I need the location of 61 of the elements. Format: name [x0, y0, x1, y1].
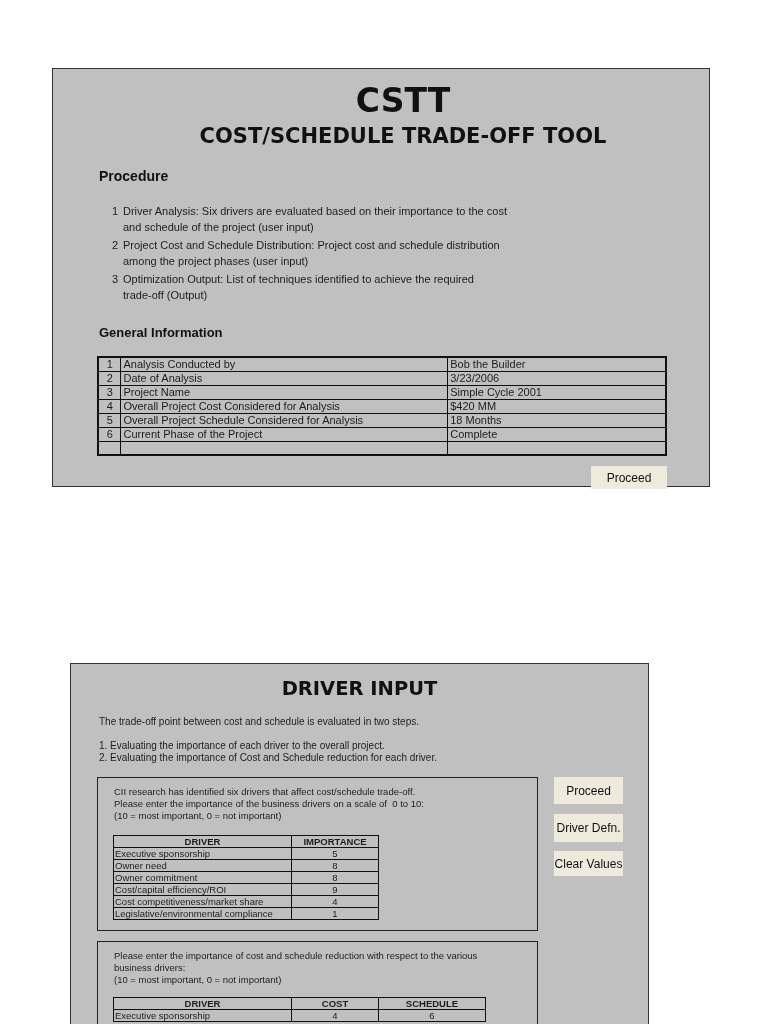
- row-number: 6: [98, 427, 121, 441]
- proceed-button[interactable]: Proceed: [554, 777, 623, 804]
- column-header: DRIVER: [113, 835, 292, 848]
- instruction-text: Please enter the importance of the business drivers on a scale of 0 to 10:: [114, 798, 425, 810]
- column-header: DRIVER: [113, 997, 292, 1010]
- section-heading: General Information: [99, 325, 223, 341]
- step-number: 3: [112, 272, 120, 287]
- table-cell: 9: [291, 883, 379, 896]
- table-cell: Overall Project Cost Considered for Analysis: [120, 399, 448, 413]
- column-header: COST: [291, 997, 379, 1010]
- row-number: 5: [98, 413, 121, 427]
- step-text: 2. Evaluating the importance of Cost and Schedule reduction for each driver.: [99, 752, 438, 764]
- table-cell: 3/23/2006: [447, 371, 666, 385]
- table-cell: 8: [291, 871, 379, 884]
- app-subtitle: COST/SCHEDULE TRADE-OFF TOOL: [199, 123, 607, 149]
- table-cell: Project Name: [120, 385, 448, 399]
- table-cell: 4: [291, 1009, 379, 1022]
- table-cell: 4: [291, 895, 379, 908]
- table-cell: 6: [378, 1009, 486, 1022]
- instruction-text: Please enter the importance of cost and schedule reduction with respect to the various business drivers:: [114, 950, 479, 974]
- table-cell: Owner need: [113, 859, 292, 872]
- section-heading: Procedure: [99, 168, 169, 185]
- panel-title: DRIVER INPUT: [281, 677, 438, 701]
- step-text: Driver Analysis: Six drivers are evaluated based on their importance to the cost and schedule of the project (user input): [123, 204, 507, 235]
- table-cell: Cost/capital efficiency/ROI: [113, 883, 292, 896]
- clear-values-button[interactable]: Clear Values: [554, 851, 623, 876]
- table-cell: Simple Cycle 2001: [447, 385, 666, 399]
- step-text: Optimization Output: List of techniques identified to achieve the required trade-off (Output): [123, 272, 474, 303]
- table-cell: 8: [291, 859, 379, 872]
- step-number: 1: [112, 204, 120, 219]
- driver-definition-button[interactable]: Driver Defn.: [554, 814, 623, 842]
- step-text: Project Cost and Schedule Distribution: Project cost and schedule distribution among the project phases (user input): [123, 238, 500, 269]
- table-cell: Executive sponsorship: [113, 847, 292, 860]
- table-cell: Executive sponsorship: [113, 1009, 292, 1022]
- instruction-text: CII research has identified six drivers that affect cost/schedule trade-off.: [114, 786, 417, 798]
- row-number: 4: [98, 399, 121, 413]
- table-cell: Complete: [447, 427, 666, 441]
- table-cell: 1: [291, 907, 379, 920]
- step-number: 2: [112, 238, 120, 253]
- table-cell: Cost competitiveness/market share: [113, 895, 292, 908]
- app-title: CSTT: [355, 81, 451, 121]
- table-cell: $420 MM: [447, 399, 666, 413]
- table-cell: Legislative/environmental compliance: [113, 907, 292, 920]
- instruction-text: (10 = most important, 0 = not important): [114, 810, 283, 822]
- table-cell: Overall Project Schedule Considered for Analysis: [120, 413, 448, 427]
- table-cell: Current Phase of the Project: [120, 427, 448, 441]
- table-cell: Owner commitment: [113, 871, 292, 884]
- table-cell: 5: [291, 847, 379, 860]
- table-cell: Date of Analysis: [120, 371, 448, 385]
- row-number: 2: [98, 371, 121, 385]
- column-header: IMPORTANCE: [291, 835, 379, 848]
- column-header: SCHEDULE: [378, 997, 486, 1010]
- step-text: 1. Evaluating the importance of each driver to the overall project.: [99, 740, 386, 752]
- table-cell: Analysis Conducted by: [120, 357, 448, 371]
- instruction-text: (10 = most important, 0 = not important): [114, 974, 283, 986]
- proceed-button[interactable]: Proceed: [591, 466, 667, 489]
- table-cell: Bob the Builder: [447, 357, 666, 371]
- table-cell: 18 Months: [447, 413, 666, 427]
- row-number: 3: [98, 385, 121, 399]
- row-number: 1: [98, 357, 121, 371]
- intro-text: The trade-off point between cost and schedule is evaluated in two steps.: [99, 716, 420, 728]
